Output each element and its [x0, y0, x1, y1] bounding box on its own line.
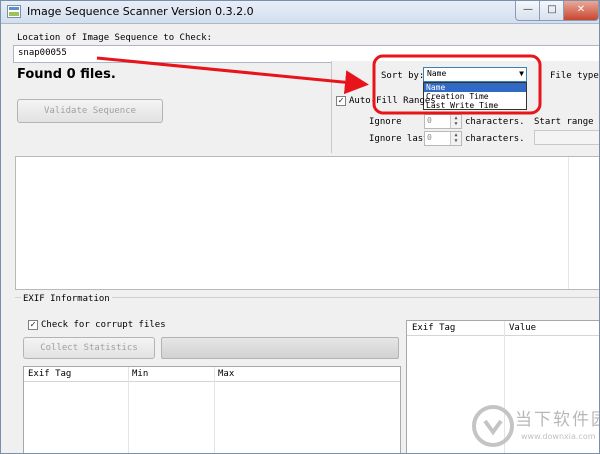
minimize-icon: —: [523, 4, 533, 15]
watermark-url: www.downxia.com: [521, 432, 596, 441]
auto-fill-label: Auto-Fill Ranges: [349, 96, 436, 106]
maximize-button[interactable]: □: [539, 1, 565, 21]
close-button[interactable]: ✕: [563, 1, 599, 21]
sort-option-last-write-time[interactable]: Last Write Time: [424, 101, 526, 110]
exif-stats-header: Exif Tag Min Max: [24, 367, 400, 382]
sort-option-creation-time[interactable]: Creation Time: [424, 92, 526, 101]
corrupt-files-label: Check for corrupt files: [41, 320, 166, 330]
found-files-status: Found 0 files.: [17, 67, 116, 82]
sort-by-select[interactable]: Name ▼: [423, 67, 527, 82]
app-icon: [7, 5, 21, 18]
location-label: Location of Image Sequence to Check:: [17, 33, 213, 43]
ignore-last-value: 0: [427, 133, 432, 142]
title-bar: Image Sequence Scanner Version 0.3.2.0 —…: [1, 1, 599, 24]
ignore-first-label: Ignore: [369, 117, 402, 127]
column-header-max[interactable]: Max: [218, 369, 234, 379]
window-title: Image Sequence Scanner Version 0.3.2.0: [27, 5, 254, 18]
corrupt-files-checkbox[interactable]: ✓: [28, 320, 38, 330]
column-header-min[interactable]: Min: [132, 369, 148, 379]
file-types-label: File types: [550, 71, 600, 81]
start-range-input[interactable]: [534, 130, 599, 145]
sort-by-label: Sort by:: [381, 71, 425, 81]
column-header-value[interactable]: Value: [509, 323, 536, 333]
ignore-first-stepper[interactable]: 0 ▲ ▼: [424, 114, 462, 129]
app-window: Image Sequence Scanner Version 0.3.2.0 —…: [0, 0, 600, 454]
checkmark-icon: ✓: [30, 320, 36, 330]
sort-by-dropdown: Name Creation Time Last Write Time: [423, 82, 527, 110]
collect-statistics-button[interactable]: Collect Statistics: [23, 337, 155, 359]
watermark-text: 当下软件园: [515, 410, 599, 430]
column-divider: [128, 367, 129, 453]
column-header-exif-tag[interactable]: Exif Tag: [412, 323, 455, 333]
auto-fill-checkbox[interactable]: ✓: [336, 96, 346, 106]
ignore-first-value: 0: [427, 116, 432, 125]
ignore-last-suffix: characters.: [465, 134, 525, 144]
progress-bar: [161, 337, 399, 359]
stepper-arrows-icon[interactable]: ▲ ▼: [450, 115, 461, 128]
exif-group-label: EXIF Information: [21, 294, 112, 304]
results-list[interactable]: [15, 156, 599, 290]
sort-option-name[interactable]: Name: [424, 83, 526, 92]
ignore-last-label: Ignore last: [369, 134, 429, 144]
column-divider: [214, 367, 215, 453]
minimize-button[interactable]: —: [515, 1, 541, 21]
stepper-arrows-icon[interactable]: ▲ ▼: [450, 132, 461, 145]
checkmark-icon: ✓: [338, 96, 344, 106]
ignore-last-stepper[interactable]: 0 ▲ ▼: [424, 131, 462, 146]
sort-by-selected: Name: [427, 69, 447, 78]
exif-stats-table[interactable]: Exif Tag Min Max: [23, 366, 401, 453]
close-icon: ✕: [576, 4, 586, 15]
chevron-down-icon: ▼: [519, 69, 524, 78]
start-range-label: Start range #:: [534, 117, 599, 127]
column-header-exif-tag[interactable]: Exif Tag: [28, 369, 71, 379]
maximize-icon: □: [547, 4, 557, 15]
ignore-first-suffix: characters.: [465, 117, 525, 127]
results-divider: [568, 157, 569, 289]
validate-sequence-button[interactable]: Validate Sequence: [17, 99, 163, 123]
